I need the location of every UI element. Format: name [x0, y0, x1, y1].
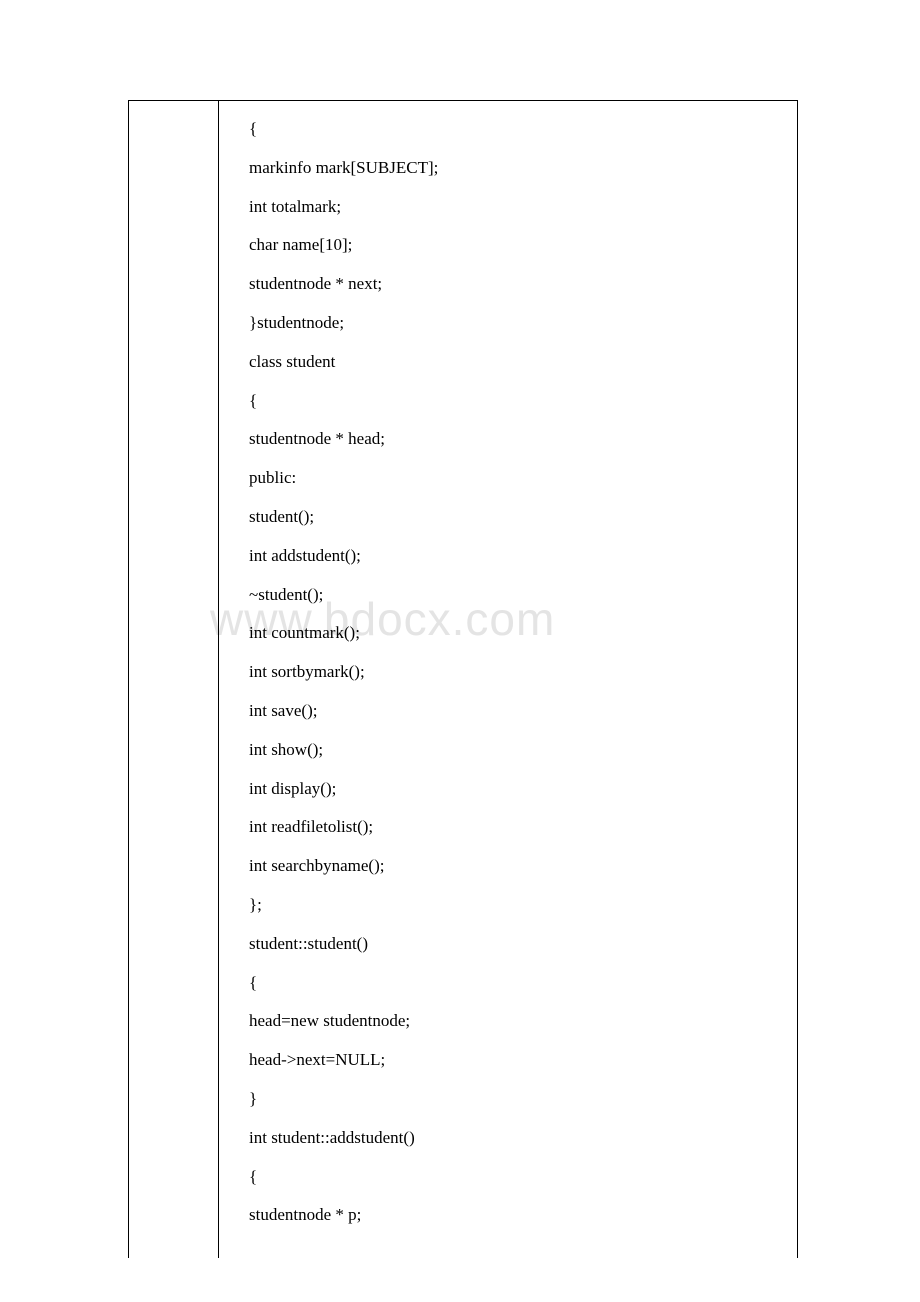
code-line: { [249, 971, 797, 995]
code-table: { markinfo mark[SUBJECT]; int totalmark;… [128, 100, 798, 1258]
table-code-column: { markinfo mark[SUBJECT]; int totalmark;… [219, 101, 797, 1258]
code-line: { [249, 389, 797, 413]
code-line: int student::addstudent() [249, 1126, 797, 1150]
code-line: }studentnode; [249, 311, 797, 335]
code-line: head->next=NULL; [249, 1048, 797, 1072]
code-line: { [249, 117, 797, 141]
code-line: int searchbyname(); [249, 854, 797, 878]
code-line: int show(); [249, 738, 797, 762]
code-line: student(); [249, 505, 797, 529]
code-line: head=new studentnode; [249, 1009, 797, 1033]
code-line: int display(); [249, 777, 797, 801]
code-line: { [249, 1165, 797, 1189]
code-line: int readfiletolist(); [249, 815, 797, 839]
table-left-column [129, 101, 219, 1258]
code-line: studentnode * next; [249, 272, 797, 296]
code-line: }; [249, 893, 797, 917]
code-line: int countmark(); [249, 621, 797, 645]
code-line: int save(); [249, 699, 797, 723]
code-line: public: [249, 466, 797, 490]
code-line: int totalmark; [249, 195, 797, 219]
code-line: char name[10]; [249, 233, 797, 257]
code-line: ~student(); [249, 583, 797, 607]
code-line: studentnode * head; [249, 427, 797, 451]
code-line: markinfo mark[SUBJECT]; [249, 156, 797, 180]
code-line: studentnode * p; [249, 1203, 797, 1227]
code-line: class student [249, 350, 797, 374]
code-line: } [249, 1087, 797, 1111]
code-line: int sortbymark(); [249, 660, 797, 684]
code-line: int addstudent(); [249, 544, 797, 568]
code-line: student::student() [249, 932, 797, 956]
